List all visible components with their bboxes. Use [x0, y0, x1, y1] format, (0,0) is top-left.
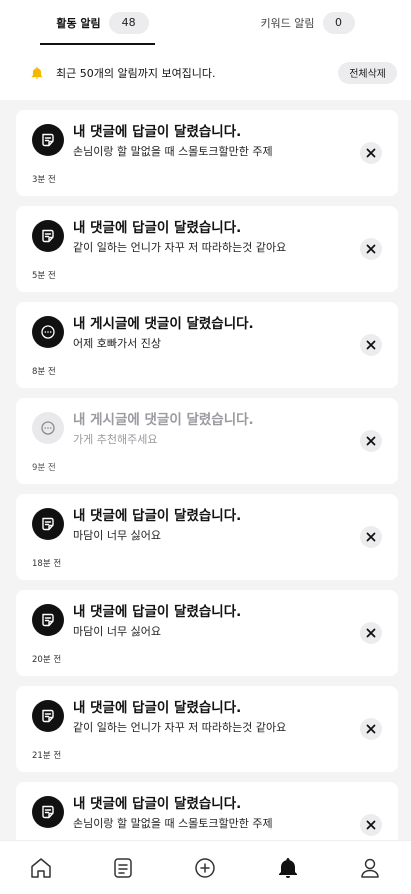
- close-icon: [366, 244, 376, 254]
- notification-avatar: [32, 604, 64, 636]
- notification-time: 20분 전: [32, 655, 62, 665]
- notification-card[interactable]: 내 댓글에 답글이 달렸습니다. 같이 일하는 언니가 자꾸 저 따라하는것 같…: [16, 206, 398, 292]
- notification-body: 마담이 너무 싫어요: [73, 625, 161, 638]
- notification-time: 21분 전: [32, 751, 62, 761]
- notification-title: 내 댓글에 답글이 달렸습니다.: [73, 604, 242, 620]
- bottom-nav: [0, 840, 411, 894]
- dismiss-button[interactable]: [360, 622, 382, 644]
- dismiss-button[interactable]: [360, 526, 382, 548]
- profile-icon: [361, 858, 379, 878]
- tab-activity-count: 48: [108, 11, 149, 34]
- notification-avatar: [32, 508, 64, 540]
- nav-notifications[interactable]: [266, 846, 310, 890]
- tab-activity-label: 활동 알림: [56, 16, 101, 30]
- notification-card[interactable]: 내 게시글에 댓글이 달렸습니다. 어제 호빠가서 진상 8분 전: [16, 302, 398, 388]
- notice-bar: 최근 50개의 알림까지 보여집니다. 전체삭제: [0, 45, 411, 100]
- comment-dots-icon: [41, 421, 55, 435]
- dismiss-button[interactable]: [360, 238, 382, 260]
- dismiss-button[interactable]: [360, 718, 382, 740]
- notification-body: 어제 호빠가서 진상: [73, 337, 161, 350]
- nav-profile[interactable]: [348, 846, 392, 890]
- notification-avatar: [32, 700, 64, 732]
- notification-card[interactable]: 내 댓글에 답글이 달렸습니다. 손님이랑 할 말없을 때 스몰토크할만한 주제…: [16, 110, 398, 196]
- reply-bubble-icon: [42, 133, 54, 147]
- dismiss-button[interactable]: [360, 430, 382, 452]
- notification-body: 손님이랑 할 말없을 때 스몰토크할만한 주제: [73, 817, 273, 830]
- bell-icon: [31, 66, 43, 79]
- close-icon: [366, 820, 376, 830]
- notification-body: 마담이 너무 싫어요: [73, 529, 161, 542]
- notification-title: 내 댓글에 답글이 달렸습니다.: [73, 508, 242, 524]
- notification-time: 3분 전: [32, 175, 56, 185]
- comment-dots-icon: [41, 325, 55, 339]
- dismiss-button[interactable]: [360, 814, 382, 836]
- notification-avatar: [32, 220, 64, 252]
- notification-avatar: [32, 412, 64, 444]
- plus-circle-icon: [195, 857, 216, 878]
- notice-text: 최근 50개의 알림까지 보여집니다.: [56, 66, 216, 80]
- notification-card[interactable]: 내 댓글에 답글이 달렸습니다. 같이 일하는 언니가 자꾸 저 따라하는것 같…: [16, 686, 398, 772]
- reply-bubble-icon: [42, 229, 54, 243]
- notification-card[interactable]: 내 게시글에 댓글이 달렸습니다. 가게 추천해주세요 9분 전: [16, 398, 398, 484]
- notification-time: 8분 전: [32, 367, 56, 377]
- nav-home[interactable]: [19, 846, 63, 890]
- tab-keyword-count: 0: [322, 11, 355, 34]
- notification-title: 내 게시글에 댓글이 달렸습니다.: [73, 316, 254, 332]
- notification-title: 내 댓글에 답글이 달렸습니다.: [73, 700, 242, 716]
- notification-body: 같이 일하는 언니가 자꾸 저 따라하는것 같아요: [73, 241, 287, 254]
- notification-body: 가게 추천해주세요: [73, 433, 158, 446]
- notification-time: 9분 전: [32, 463, 56, 473]
- reply-bubble-icon: [42, 709, 54, 723]
- reply-bubble-icon: [42, 805, 54, 819]
- home-icon: [31, 857, 51, 878]
- dismiss-button[interactable]: [360, 334, 382, 356]
- notification-card[interactable]: 내 댓글에 답글이 달렸습니다. 마담이 너무 싫어요 18분 전: [16, 494, 398, 580]
- tab-keyword[interactable]: 키워드 알림 0: [205, 0, 410, 45]
- close-icon: [366, 148, 376, 158]
- notification-list: 내 댓글에 답글이 달렸습니다. 손님이랑 할 말없을 때 스몰토크할만한 주제…: [16, 110, 398, 878]
- close-icon: [366, 340, 376, 350]
- reply-bubble-icon: [42, 613, 54, 627]
- nav-write[interactable]: [183, 846, 227, 890]
- dismiss-button[interactable]: [360, 142, 382, 164]
- board-icon: [114, 857, 133, 878]
- notification-time: 18분 전: [32, 559, 62, 569]
- close-icon: [366, 724, 376, 734]
- notification-avatar: [32, 796, 64, 828]
- notification-title: 내 댓글에 답글이 달렸습니다.: [73, 220, 242, 236]
- bell-icon: [278, 857, 297, 878]
- close-icon: [366, 436, 376, 446]
- notification-body: 같이 일하는 언니가 자꾸 저 따라하는것 같아요: [73, 721, 287, 734]
- tab-bar: 활동 알림 48 키워드 알림 0: [0, 0, 411, 45]
- notification-title: 내 댓글에 답글이 달렸습니다.: [73, 124, 242, 140]
- notification-card[interactable]: 내 댓글에 답글이 달렸습니다. 마담이 너무 싫어요 20분 전: [16, 590, 398, 676]
- nav-board[interactable]: [101, 846, 145, 890]
- notification-title: 내 게시글에 댓글이 달렸습니다.: [73, 412, 254, 428]
- notification-avatar: [32, 124, 64, 156]
- notification-time: 5분 전: [32, 271, 56, 281]
- tab-keyword-label: 키워드 알림: [260, 16, 315, 30]
- notification-body: 손님이랑 할 말없을 때 스몰토크할만한 주제: [73, 145, 273, 158]
- tab-activity[interactable]: 활동 알림 48: [0, 0, 205, 45]
- close-icon: [366, 532, 376, 542]
- notification-avatar: [32, 316, 64, 348]
- notification-title: 내 댓글에 답글이 달렸습니다.: [73, 796, 242, 812]
- reply-bubble-icon: [42, 517, 54, 531]
- close-icon: [366, 628, 376, 638]
- clear-all-button[interactable]: 전체삭제: [338, 61, 397, 84]
